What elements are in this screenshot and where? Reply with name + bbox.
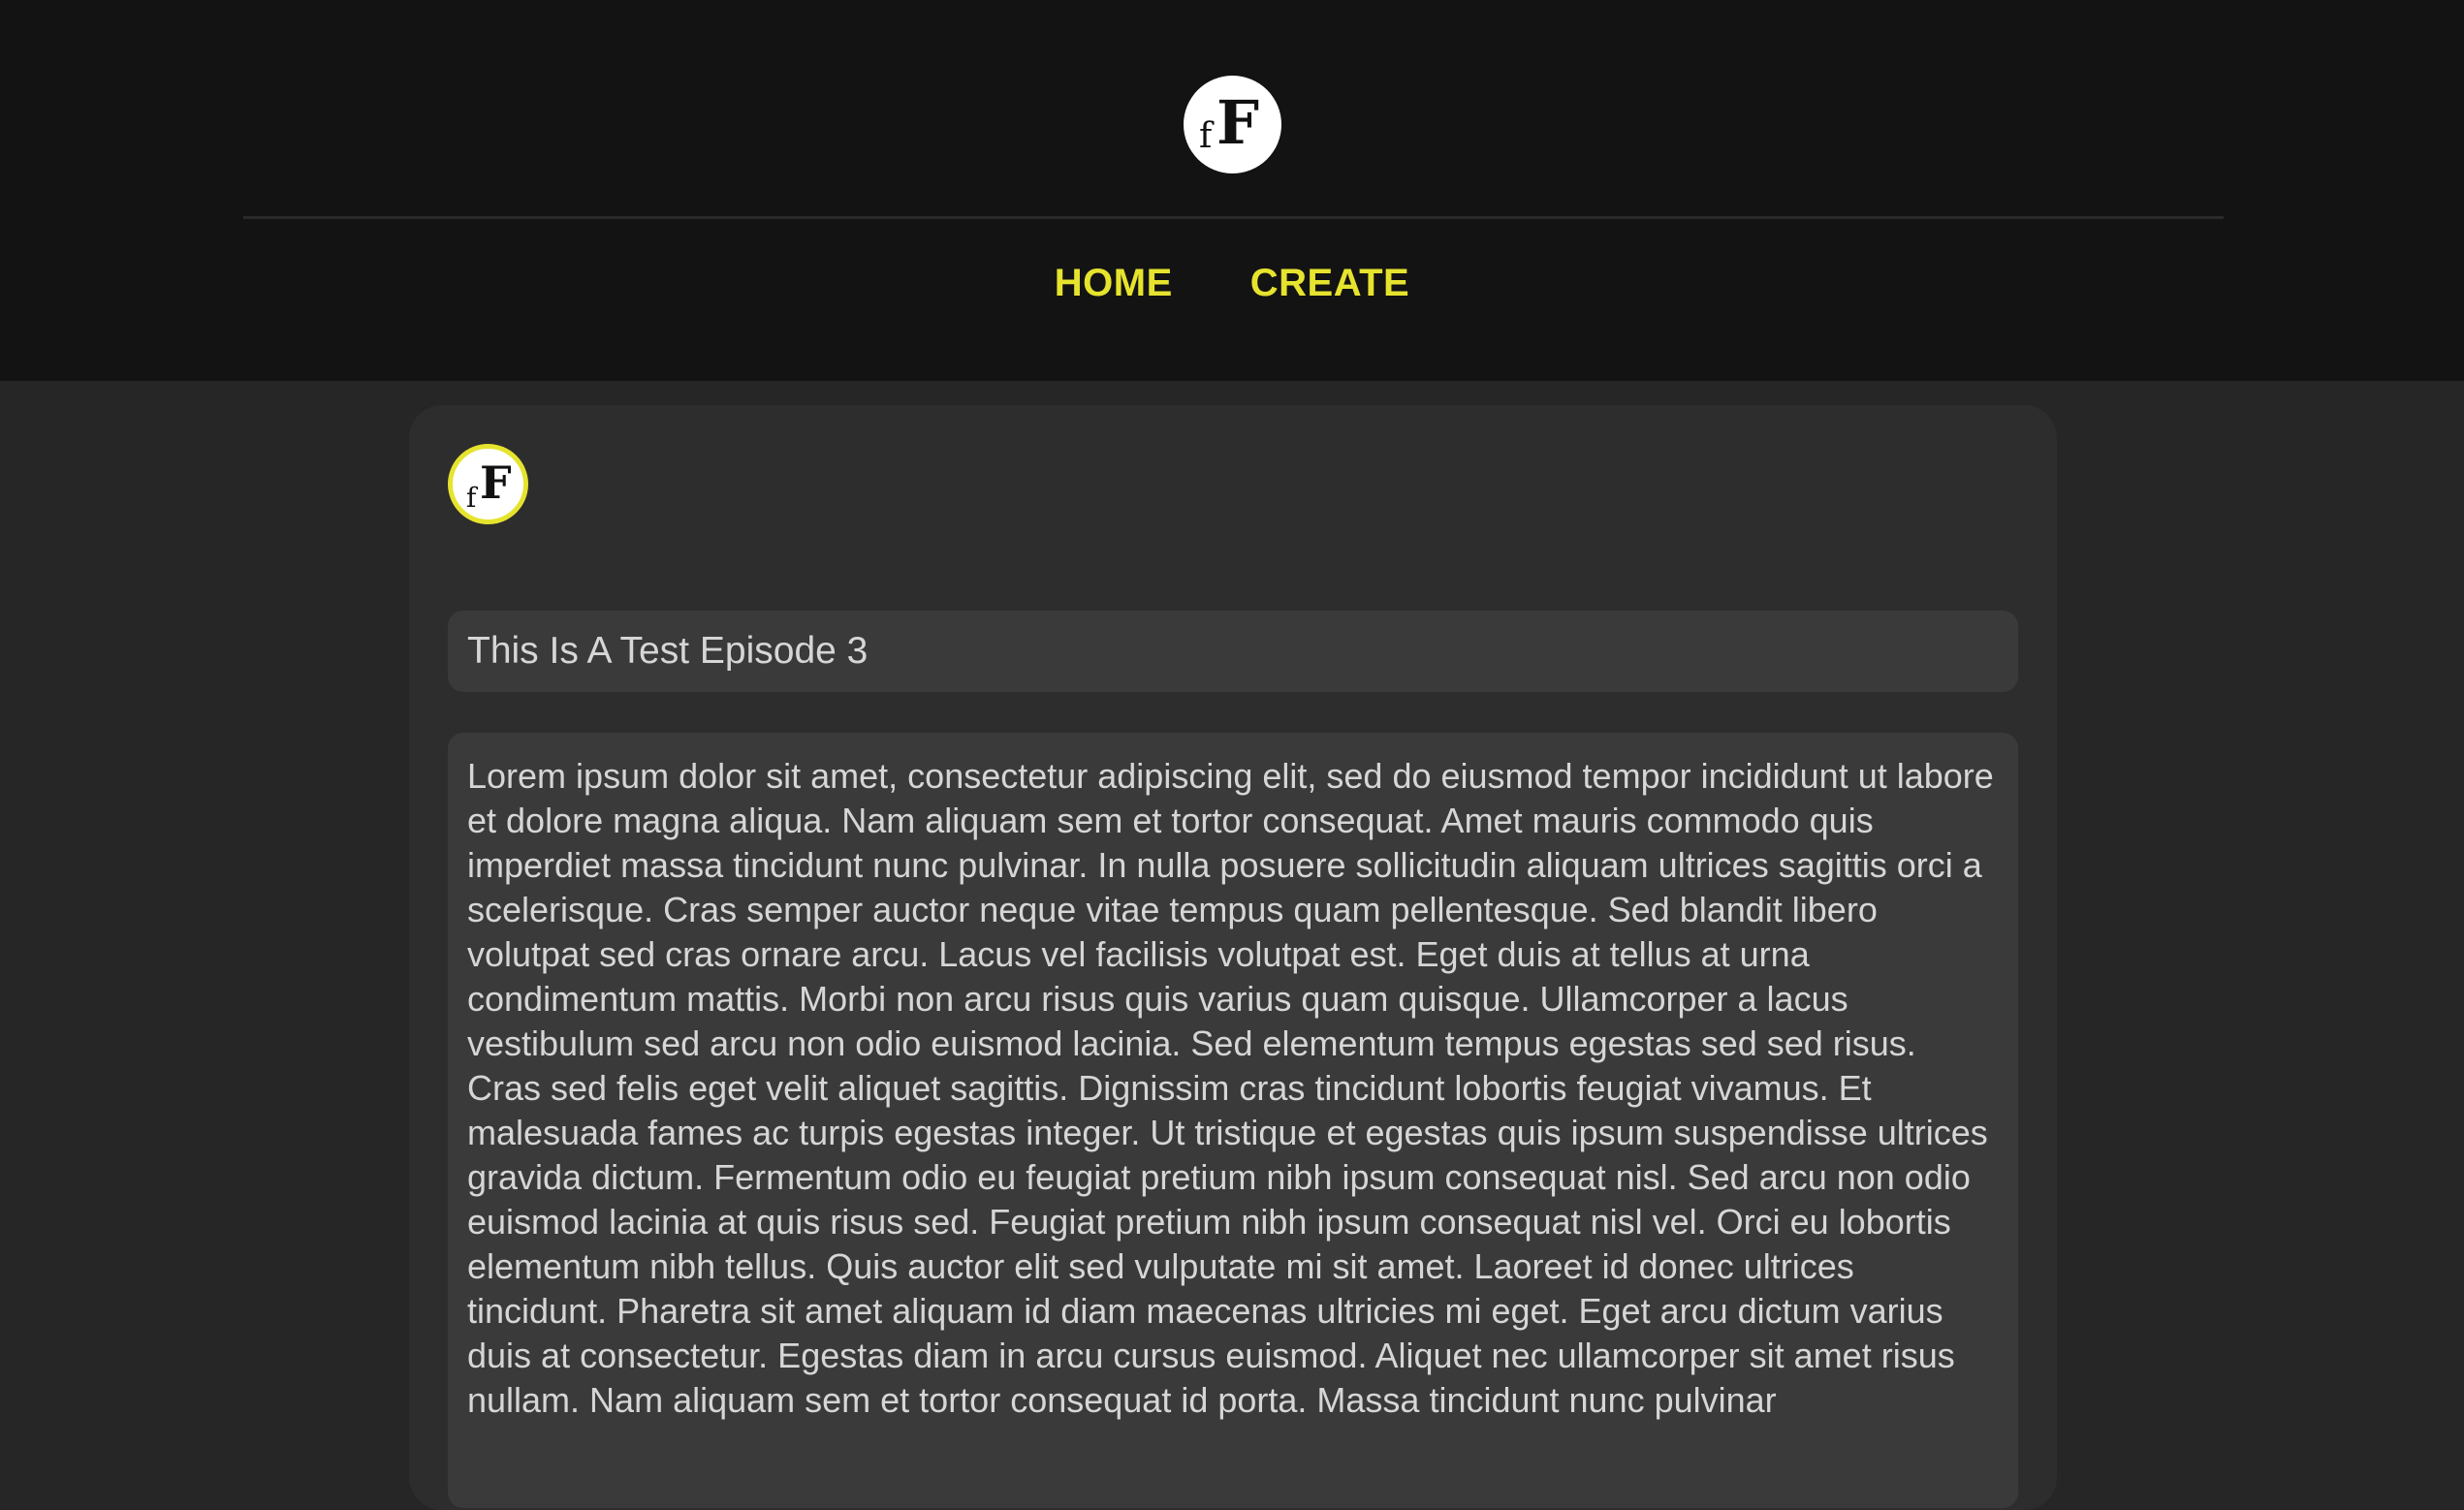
avatar-big-letter: F [480,456,512,509]
avatar-logo-mark: f F [453,449,523,519]
ff-logo-icon[interactable]: f F [1184,76,1281,173]
main-nav: HOME CREATE [0,258,2464,308]
episode-title-input[interactable] [448,611,2018,692]
logo-small-letter: f [1199,116,1213,156]
header-divider [243,216,2224,219]
nav-home-link[interactable]: HOME [1055,258,1173,308]
top-header: f F HOME CREATE [0,0,2464,381]
episode-editor-card: f F Lorem ipsum dolor sit amet, consecte… [409,405,2057,1510]
logo-big-letter: F [1216,87,1260,158]
logo-mark: f F [1184,76,1281,173]
episode-body-textarea[interactable]: Lorem ipsum dolor sit amet, consectetur … [448,733,2018,1508]
nav-create-link[interactable]: CREATE [1250,258,1409,308]
avatar-small-letter: f [466,482,477,514]
avatar[interactable]: f F [448,444,528,524]
